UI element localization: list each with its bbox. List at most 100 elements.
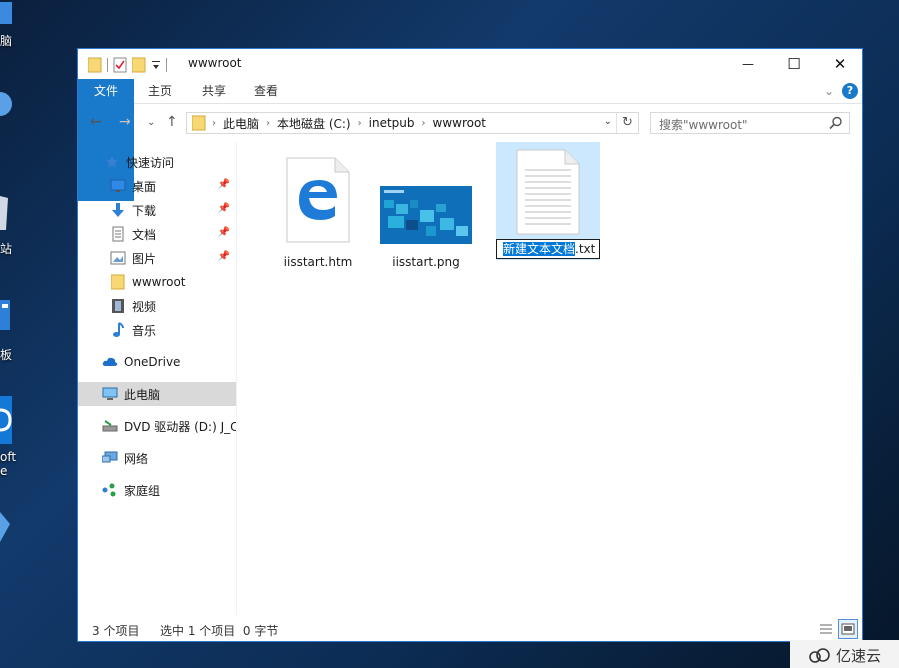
rename-extension: .txt bbox=[575, 242, 596, 256]
sidebar-item-label: 快速访问 bbox=[126, 155, 175, 170]
forward-arrow-icon[interactable]: → bbox=[119, 114, 131, 130]
download-arrow-icon bbox=[110, 202, 126, 218]
explorer-window: wwwroot — ☐ ✕ 文件 主页 共享 查看 ⌄ ? ← → ⌄ ↑ › … bbox=[77, 48, 863, 642]
sidebar-item-label: 音乐 bbox=[132, 323, 157, 338]
pin-icon[interactable]: 📌 bbox=[218, 179, 230, 190]
search-placeholder: 搜索"wwwroot" bbox=[659, 118, 748, 132]
maximize-button[interactable]: ☐ bbox=[771, 49, 817, 79]
breadcrumb-wwwroot[interactable]: wwwroot bbox=[426, 116, 494, 130]
file-item[interactable]: iisstart.png bbox=[374, 150, 478, 272]
watermark: 亿速云 bbox=[808, 645, 881, 666]
back-arrow-icon[interactable]: ← bbox=[90, 114, 102, 130]
details-view-button[interactable] bbox=[816, 619, 836, 639]
sidebar-item-label: 视频 bbox=[132, 299, 157, 314]
sidebar-item-videos[interactable]: 视频 bbox=[78, 294, 236, 318]
close-button[interactable]: ✕ bbox=[817, 49, 863, 79]
folder-icon bbox=[88, 57, 102, 73]
up-arrow-icon[interactable]: ↑ bbox=[166, 114, 178, 130]
sidebar-item-network[interactable]: 网络 bbox=[78, 446, 236, 470]
sidebar-item-onedrive[interactable]: OneDrive bbox=[78, 350, 236, 374]
selection-info: 选中 1 个项目 0 字节 bbox=[160, 624, 279, 638]
recent-locations-icon[interactable]: ⌄ bbox=[147, 117, 155, 128]
text-file-icon bbox=[516, 149, 580, 235]
divider bbox=[107, 58, 108, 72]
status-bar: 3 个项目 选中 1 个项目 0 字节 bbox=[78, 615, 862, 642]
edge-desktop-icon[interactable] bbox=[0, 396, 18, 446]
quick-access-toolbar bbox=[88, 57, 167, 73]
dvd-drive-icon bbox=[102, 418, 118, 434]
desktop-icon-4[interactable] bbox=[0, 298, 18, 334]
sidebar-item-label: 图片 bbox=[132, 251, 157, 266]
desktop-label-3: 板 bbox=[0, 348, 13, 362]
sidebar-item-wwwroot[interactable]: wwwroot bbox=[78, 270, 236, 294]
folder-icon bbox=[192, 115, 206, 131]
breadcrumb-local-disk[interactable]: 本地磁盘 (C:) bbox=[270, 115, 358, 132]
film-icon bbox=[110, 298, 126, 314]
properties-icon[interactable] bbox=[113, 57, 127, 73]
minimize-button[interactable]: — bbox=[725, 49, 771, 79]
pin-icon[interactable]: 📌 bbox=[218, 203, 230, 214]
breadcrumb-inetpub[interactable]: inetpub bbox=[362, 116, 422, 130]
star-icon bbox=[104, 154, 120, 170]
music-note-icon bbox=[110, 322, 126, 338]
rename-field[interactable]: 新建文本文档.txt bbox=[496, 239, 600, 259]
network-icon bbox=[102, 450, 118, 466]
address-bar[interactable]: › 此电脑 › 本地磁盘 (C:) › inetpub › wwwroot ⌄ … bbox=[186, 112, 639, 134]
search-icon[interactable] bbox=[829, 116, 843, 130]
desktop-icon-6[interactable] bbox=[0, 508, 18, 544]
sidebar-item-this-pc[interactable]: 此电脑 bbox=[78, 382, 236, 406]
navigation-bar: ← → ⌄ ↑ › 此电脑 › 本地磁盘 (C:) › inetpub › ww… bbox=[78, 104, 862, 142]
sidebar-item-label: 桌面 bbox=[132, 179, 157, 194]
large-icons-view-button[interactable] bbox=[838, 619, 858, 639]
desktop-label-4: oft bbox=[0, 450, 17, 464]
search-box[interactable]: 搜索"wwwroot" bbox=[650, 112, 850, 134]
divider bbox=[166, 58, 167, 72]
title-bar[interactable]: wwwroot — ☐ ✕ bbox=[78, 49, 862, 79]
window-title: wwwroot bbox=[188, 56, 242, 70]
tab-home[interactable]: 主页 bbox=[134, 79, 186, 104]
details-view-icon bbox=[820, 624, 832, 634]
help-icon[interactable]: ? bbox=[842, 83, 858, 99]
file-item[interactable]: iisstart.htm bbox=[266, 150, 370, 272]
sidebar-item-pictures[interactable]: 图片 📌 bbox=[78, 246, 236, 270]
desktop-icon-2[interactable] bbox=[0, 86, 18, 122]
file-name: iisstart.png bbox=[392, 255, 460, 269]
navigation-pane: 快速访问 桌面 📌 下载 📌 文档 📌 图片 📌 wwwroot 视频 音乐 O… bbox=[78, 142, 236, 615]
desktop-label-2: 站 bbox=[0, 242, 13, 256]
sidebar-item-label: 文档 bbox=[132, 227, 157, 242]
pictures-icon bbox=[110, 250, 126, 266]
sidebar-item-downloads[interactable]: 下载 📌 bbox=[78, 198, 236, 222]
file-list[interactable]: iisstart.htm iisstart.png 新建文本文档.txt bbox=[238, 142, 862, 615]
desktop-icon-1[interactable] bbox=[0, 0, 18, 30]
desktop-label-5: e bbox=[0, 464, 8, 478]
sidebar-item-desktop[interactable]: 桌面 📌 bbox=[78, 174, 236, 198]
ribbon-right-controls: ⌄ ? bbox=[824, 83, 858, 99]
new-folder-icon[interactable] bbox=[132, 57, 146, 73]
pin-icon[interactable]: 📌 bbox=[218, 251, 230, 262]
sidebar-item-label: 此电脑 bbox=[124, 387, 161, 402]
breadcrumb-this-pc[interactable]: 此电脑 bbox=[216, 115, 266, 132]
refresh-icon[interactable]: ↻ bbox=[616, 113, 638, 133]
tab-view[interactable]: 查看 bbox=[240, 79, 292, 104]
expand-ribbon-icon[interactable]: ⌄ bbox=[824, 84, 834, 98]
pin-icon[interactable]: 📌 bbox=[218, 227, 230, 238]
sidebar-item-dvd-drive[interactable]: DVD 驱动器 (D:) J_C bbox=[78, 414, 236, 438]
sidebar-item-documents[interactable]: 文档 📌 bbox=[78, 222, 236, 246]
sidebar-item-label: DVD 驱动器 (D:) J_C bbox=[124, 419, 236, 434]
address-dropdown-icon[interactable]: ⌄ bbox=[604, 116, 612, 127]
tab-share[interactable]: 共享 bbox=[188, 79, 240, 104]
customize-toolbar-icon[interactable] bbox=[151, 59, 161, 71]
rename-selected-text: 新建文本文档 bbox=[503, 242, 576, 256]
file-name: iisstart.htm bbox=[283, 255, 353, 269]
sidebar-item-quick-access[interactable]: 快速访问 bbox=[78, 150, 236, 174]
desktop-icon-3[interactable] bbox=[0, 192, 18, 232]
edge-html-file-icon bbox=[286, 157, 350, 243]
sidebar-item-music[interactable]: 音乐 bbox=[78, 318, 236, 342]
file-item-selected[interactable]: 新建文本文档.txt bbox=[496, 142, 600, 260]
ribbon: 文件 主页 共享 查看 ⌄ ? bbox=[78, 79, 862, 201]
sidebar-item-homegroup[interactable]: 家庭组 bbox=[78, 478, 236, 502]
pane-divider[interactable] bbox=[236, 142, 237, 615]
cloud-logo-icon bbox=[809, 647, 830, 663]
image-thumbnail-icon bbox=[380, 186, 472, 244]
homegroup-icon bbox=[102, 482, 118, 498]
